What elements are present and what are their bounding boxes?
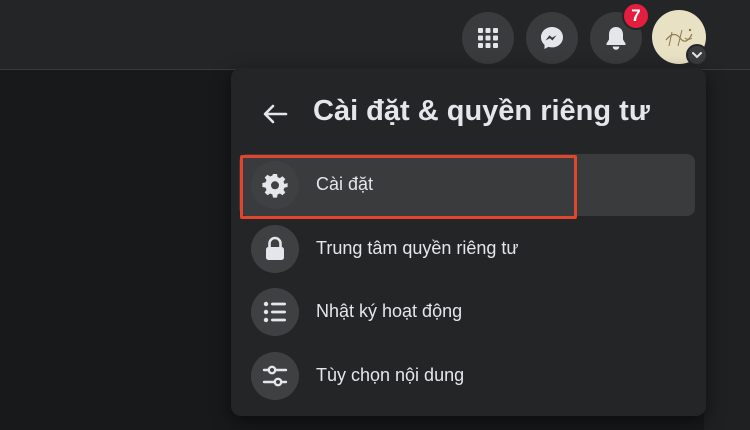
- menu-item-label: Tùy chọn nội dung: [316, 365, 465, 385]
- menu-item-label: Nhật ký hoạt động: [316, 301, 463, 321]
- menu-item-icon-wrap: [251, 352, 299, 400]
- notification-count-badge[interactable]: 7: [622, 2, 650, 30]
- page-background-left: [0, 70, 240, 430]
- apps-menu-button[interactable]: [462, 12, 514, 64]
- lock-icon: [266, 236, 284, 260]
- bell-icon: [606, 27, 626, 50]
- back-button[interactable]: [251, 94, 299, 134]
- menu-item-privacy-center[interactable]: Trung tâm quyền riêng tư: [239, 218, 695, 280]
- messenger-button[interactable]: [526, 12, 578, 64]
- back-arrow-icon: [263, 104, 288, 124]
- menu-item-icon-wrap: [251, 225, 299, 273]
- settings-privacy-menu: Cài đặt & quyền riêng tư Cài đặt Trung t…: [231, 68, 706, 416]
- menu-header: Cài đặt & quyền riêng tư: [231, 68, 706, 160]
- menu-item-activity-log[interactable]: Nhật ký hoạt động: [239, 281, 695, 343]
- menu-title: Cài đặt & quyền riêng tư: [313, 95, 650, 127]
- sliders-icon: [262, 365, 288, 387]
- list-icon: [263, 301, 286, 323]
- menu-item-content-preferences[interactable]: Tùy chọn nội dung: [239, 345, 695, 407]
- apps-grid-icon: [478, 28, 498, 48]
- menu-item-icon-wrap: [251, 288, 299, 336]
- highlight-annotation-box: [240, 155, 577, 219]
- account-menu-caret[interactable]: [686, 44, 708, 66]
- messenger-icon: [541, 27, 563, 49]
- page-background-right: [704, 70, 750, 430]
- menu-item-label: Trung tâm quyền riêng tư: [316, 238, 519, 258]
- top-navigation-bar: 7: [0, 0, 750, 70]
- chevron-down-icon: [692, 52, 702, 59]
